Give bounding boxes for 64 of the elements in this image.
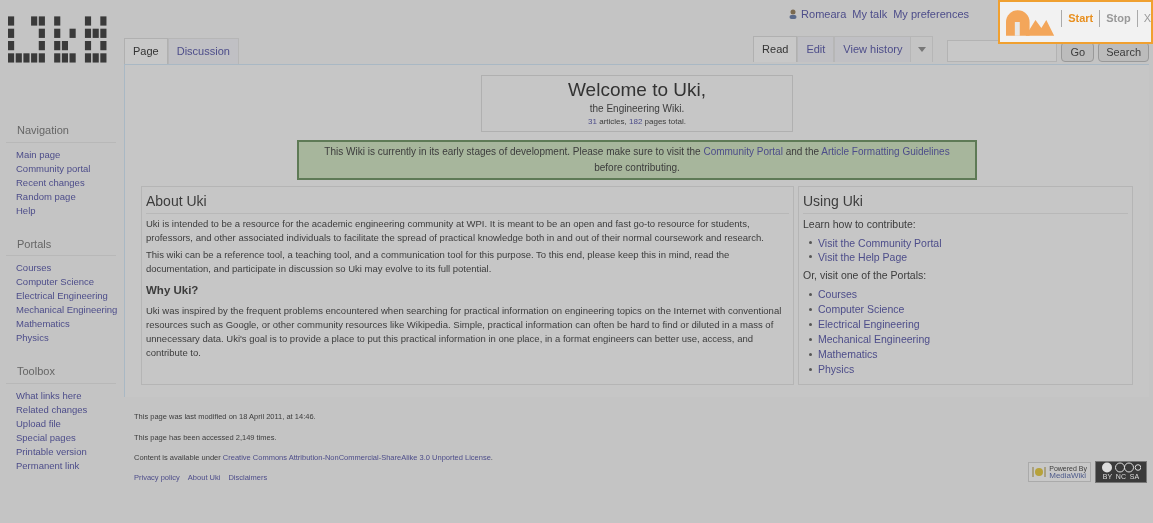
personal-link[interactable]: My preferences: [893, 6, 969, 23]
tab[interactable]: Read: [753, 36, 798, 62]
paragraph: This wiki can be a reference tool, a teaching tool, and a communication tool for this purpose. To this end, please keep this in mind, read the documentation, and participate in discussion so Uki may evolve to its full potential.: [146, 248, 731, 276]
logo-icon[interactable]: [8, 16, 108, 66]
go-button[interactable]: Go: [1061, 42, 1095, 62]
sidebar-item[interactable]: Related changes: [6, 402, 124, 417]
portal-link[interactable]: Mechanical Engineering: [818, 331, 931, 347]
user-icon: [789, 9, 798, 20]
logo-icon: [1006, 10, 1056, 36]
tab[interactable]: View history: [834, 36, 912, 62]
text-link[interactable]: Article Formatting Guidelines: [821, 146, 950, 157]
sidebar-item[interactable]: Help: [6, 203, 124, 218]
welcome-title: Welcome to Uki,: [568, 79, 706, 101]
sidebar-heading: Navigation: [6, 122, 116, 143]
sidebar-item[interactable]: Printable version: [6, 444, 124, 459]
text-link[interactable]: 31: [588, 117, 597, 126]
sidebar-item[interactable]: Physics: [6, 331, 124, 345]
portal-link[interactable]: Electrical Engineering: [818, 316, 920, 332]
intro-text: Or, visit one of the Portals:: [803, 267, 928, 283]
tab[interactable]: Page: [124, 38, 168, 64]
portal-link[interactable]: Mathematics: [818, 346, 878, 362]
portal-link[interactable]: Computer Science: [818, 301, 905, 317]
article-stats: 31 articles, 182 pages total.: [588, 116, 686, 128]
sidebar-item[interactable]: Electrical Engineering: [6, 289, 124, 303]
caret-icon: [917, 47, 926, 52]
section-subtitle: Why Uki?: [146, 283, 200, 298]
sidebar-item[interactable]: Mechanical Engineering: [6, 303, 124, 317]
sidebar-item[interactable]: What links here: [6, 388, 124, 403]
sidebar-item[interactable]: Upload file: [6, 416, 124, 431]
stop-button[interactable]: Stop: [1099, 10, 1131, 27]
text-link[interactable]: 182: [629, 117, 643, 126]
section-title: Using Uki: [803, 191, 1128, 214]
sidebar-item[interactable]: Computer Science: [6, 275, 124, 289]
help-link[interactable]: Visit the Community Portal: [818, 235, 942, 250]
welcome-subtitle: the Engineering Wiki.: [589, 102, 685, 116]
badge-title: MediaWiki: [1049, 472, 1087, 480]
user-link[interactable]: Romeara: [789, 6, 847, 23]
search-field[interactable]: [947, 40, 1058, 62]
help-link[interactable]: Visit the Help Page: [818, 249, 908, 264]
portal-link[interactable]: Physics: [818, 361, 855, 377]
tab[interactable]: Discussion: [167, 38, 239, 64]
close-button[interactable]: X: [1136, 10, 1151, 27]
section-title: About Uki: [146, 191, 789, 214]
sidebar-item[interactable]: Courses: [6, 261, 124, 275]
tab[interactable]: Edit: [797, 36, 835, 62]
text-link[interactable]: Community Portal: [703, 146, 783, 157]
paragraph: Uki is intended to be a resource for the academic engineering community at WPI. It is meant to be an open and fast go-to resource for students, professors, and other associated individuals to facilitate the spread of practical knowledge both in and out of their normal coursework and research.: [146, 217, 765, 245]
sidebar-item[interactable]: Permanent link: [6, 458, 124, 473]
sidebar-item[interactable]: Main page: [6, 147, 124, 162]
personal-link[interactable]: My talk: [852, 6, 888, 23]
search-button[interactable]: Search: [1098, 42, 1149, 62]
sidebar-item[interactable]: Mathematics: [6, 317, 124, 331]
sidebar-item[interactable]: Community portal: [6, 161, 124, 176]
sidebar-item[interactable]: Special pages: [6, 430, 124, 445]
portal-link[interactable]: Courses: [818, 286, 858, 302]
notice-text: This Wiki is currently in its early stages of development. Please make sure to visit the Community Portal and the Article Formatting Guidelines before contributing.: [323, 145, 951, 175]
sidebar-item[interactable]: Recent changes: [6, 175, 124, 190]
more-menu-button[interactable]: [911, 36, 934, 62]
paragraph: Uki was inspired by the frequent problems encountered when searching for practical information on engineering topics on the Internet with conventional resources such as Google, or other community resources like Wikipedia. Simple, practical information can often be hard to find or diluted in a mass of unnecessary data. Uki's goal is to provide a place to put this practical information in one place, in a format engineers can better use, access, and contribute to.: [146, 304, 783, 361]
sidebar-heading: Toolbox: [6, 363, 116, 384]
intro-text: Learn how to contribute:: [803, 217, 917, 232]
sidebar-item[interactable]: Random page: [6, 189, 124, 204]
sidebar-heading: Portals: [6, 235, 116, 256]
license-icons: [1101, 462, 1141, 474]
